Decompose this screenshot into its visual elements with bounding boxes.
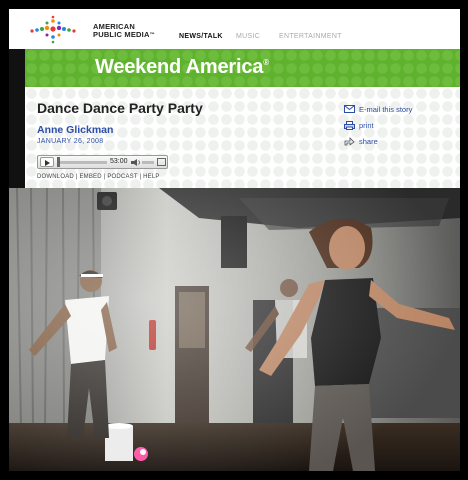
download-link[interactable]: DOWNLOAD [37,174,74,180]
audio-links: DOWNLOAD | EMBED | PODCAST | HELP [37,174,160,180]
link-separator: | [75,174,78,180]
help-link[interactable]: HELP [143,174,159,180]
print-link[interactable]: print [343,117,412,133]
email-story-label: E-mail this story [359,104,413,114]
email-story-link[interactable]: E-mail this story [343,101,412,117]
volume-icon[interactable] [131,159,141,166]
nav-news-talk[interactable]: NEWS/TALK [179,33,223,40]
program-banner: Weekend America® [25,49,460,87]
site-header: AMERICAN PUBLIC MEDIA™ NEWS/TALK MUSIC E… [9,9,460,49]
logo-line-2-text: PUBLIC MEDIA [93,30,150,39]
story-date: JANUARY 26, 2008 [37,138,104,145]
program-title-text: Weekend America [95,56,264,78]
story-author-link[interactable]: Anne Glickman [37,124,113,136]
share-link[interactable]: share [343,133,412,149]
printer-icon [343,120,355,130]
volume-slider[interactable] [142,161,154,164]
story-actions: E-mail this story print share [343,101,412,149]
nav-entertainment[interactable]: ENTERTAINMENT [279,33,342,40]
share-icon [343,136,355,146]
audio-duration: 53:00 [110,158,128,165]
print-label: print [359,120,374,130]
logo-tm: ™ [149,32,155,38]
audio-player: 53:00 [37,155,168,169]
page-frame: AMERICAN PUBLIC MEDIA™ NEWS/TALK MUSIC E… [9,9,460,471]
program-title[interactable]: Weekend America® [95,56,269,79]
popout-icon[interactable] [157,158,166,166]
story-title: Dance Dance Party Party [37,100,203,116]
podcast-link[interactable]: PODCAST [107,174,137,180]
nav-music[interactable]: MUSIC [236,33,260,40]
logo-wordmark[interactable]: AMERICAN PUBLIC MEDIA™ [93,23,155,39]
american-public-media-logo-icon[interactable] [29,15,77,45]
play-icon[interactable] [40,157,54,167]
audio-progress-track[interactable] [57,161,107,164]
registered-mark: ® [263,58,269,67]
story-photo [9,188,460,471]
embed-link[interactable]: EMBED [79,174,101,180]
envelope-icon [343,105,355,113]
logo-line-2: PUBLIC MEDIA™ [93,31,155,39]
story-panel: Dance Dance Party Party Anne Glickman JA… [25,87,460,188]
audio-progress-handle[interactable] [57,157,60,167]
link-separator: | [103,174,106,180]
link-separator: | [139,174,142,180]
share-label: share [359,136,378,146]
dance-class-photo [9,188,460,471]
